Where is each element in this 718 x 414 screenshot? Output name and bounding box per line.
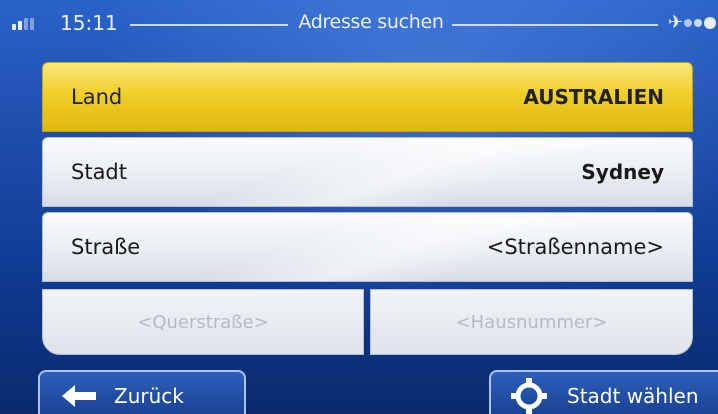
city-value: Sydney (581, 160, 664, 184)
street-label: Straße (71, 235, 141, 259)
cross-street-field[interactable]: <Querstraße> (42, 289, 364, 355)
crosshair-target-icon (511, 378, 547, 414)
arrow-left-icon (62, 385, 98, 407)
back-button[interactable]: Zurück (38, 370, 246, 414)
select-city-button[interactable]: Stadt wählen (489, 370, 718, 414)
title-line-left (130, 24, 288, 26)
title-line-right (452, 24, 658, 26)
city-label: Stadt (71, 160, 127, 184)
clock: 15:11 (60, 11, 118, 35)
street-row[interactable]: Straße <Straßenname> (42, 212, 693, 282)
house-number-placeholder: <Hausnummer> (455, 311, 608, 333)
back-button-label: Zurück (114, 384, 184, 408)
select-city-label: Stadt wählen (567, 384, 699, 408)
country-row[interactable]: Land AUSTRALIEN (42, 62, 693, 132)
signal-strength-icon (12, 18, 40, 30)
house-number-field[interactable]: <Hausnummer> (370, 289, 693, 355)
gps-status-icon (684, 17, 718, 31)
satellite-icon: ✈ (668, 12, 684, 33)
street-value: <Straßenname> (486, 235, 664, 259)
status-bar: 15:11 Adresse suchen ✈ (0, 0, 718, 48)
cross-street-placeholder: <Querstraße> (137, 311, 269, 333)
city-row[interactable]: Stadt Sydney (42, 137, 693, 207)
country-value: AUSTRALIEN (523, 85, 664, 109)
screen: 15:11 Adresse suchen ✈ Land AUSTRALIEN S… (0, 0, 718, 414)
country-label: Land (71, 85, 123, 109)
page-title: Adresse suchen (298, 11, 444, 33)
